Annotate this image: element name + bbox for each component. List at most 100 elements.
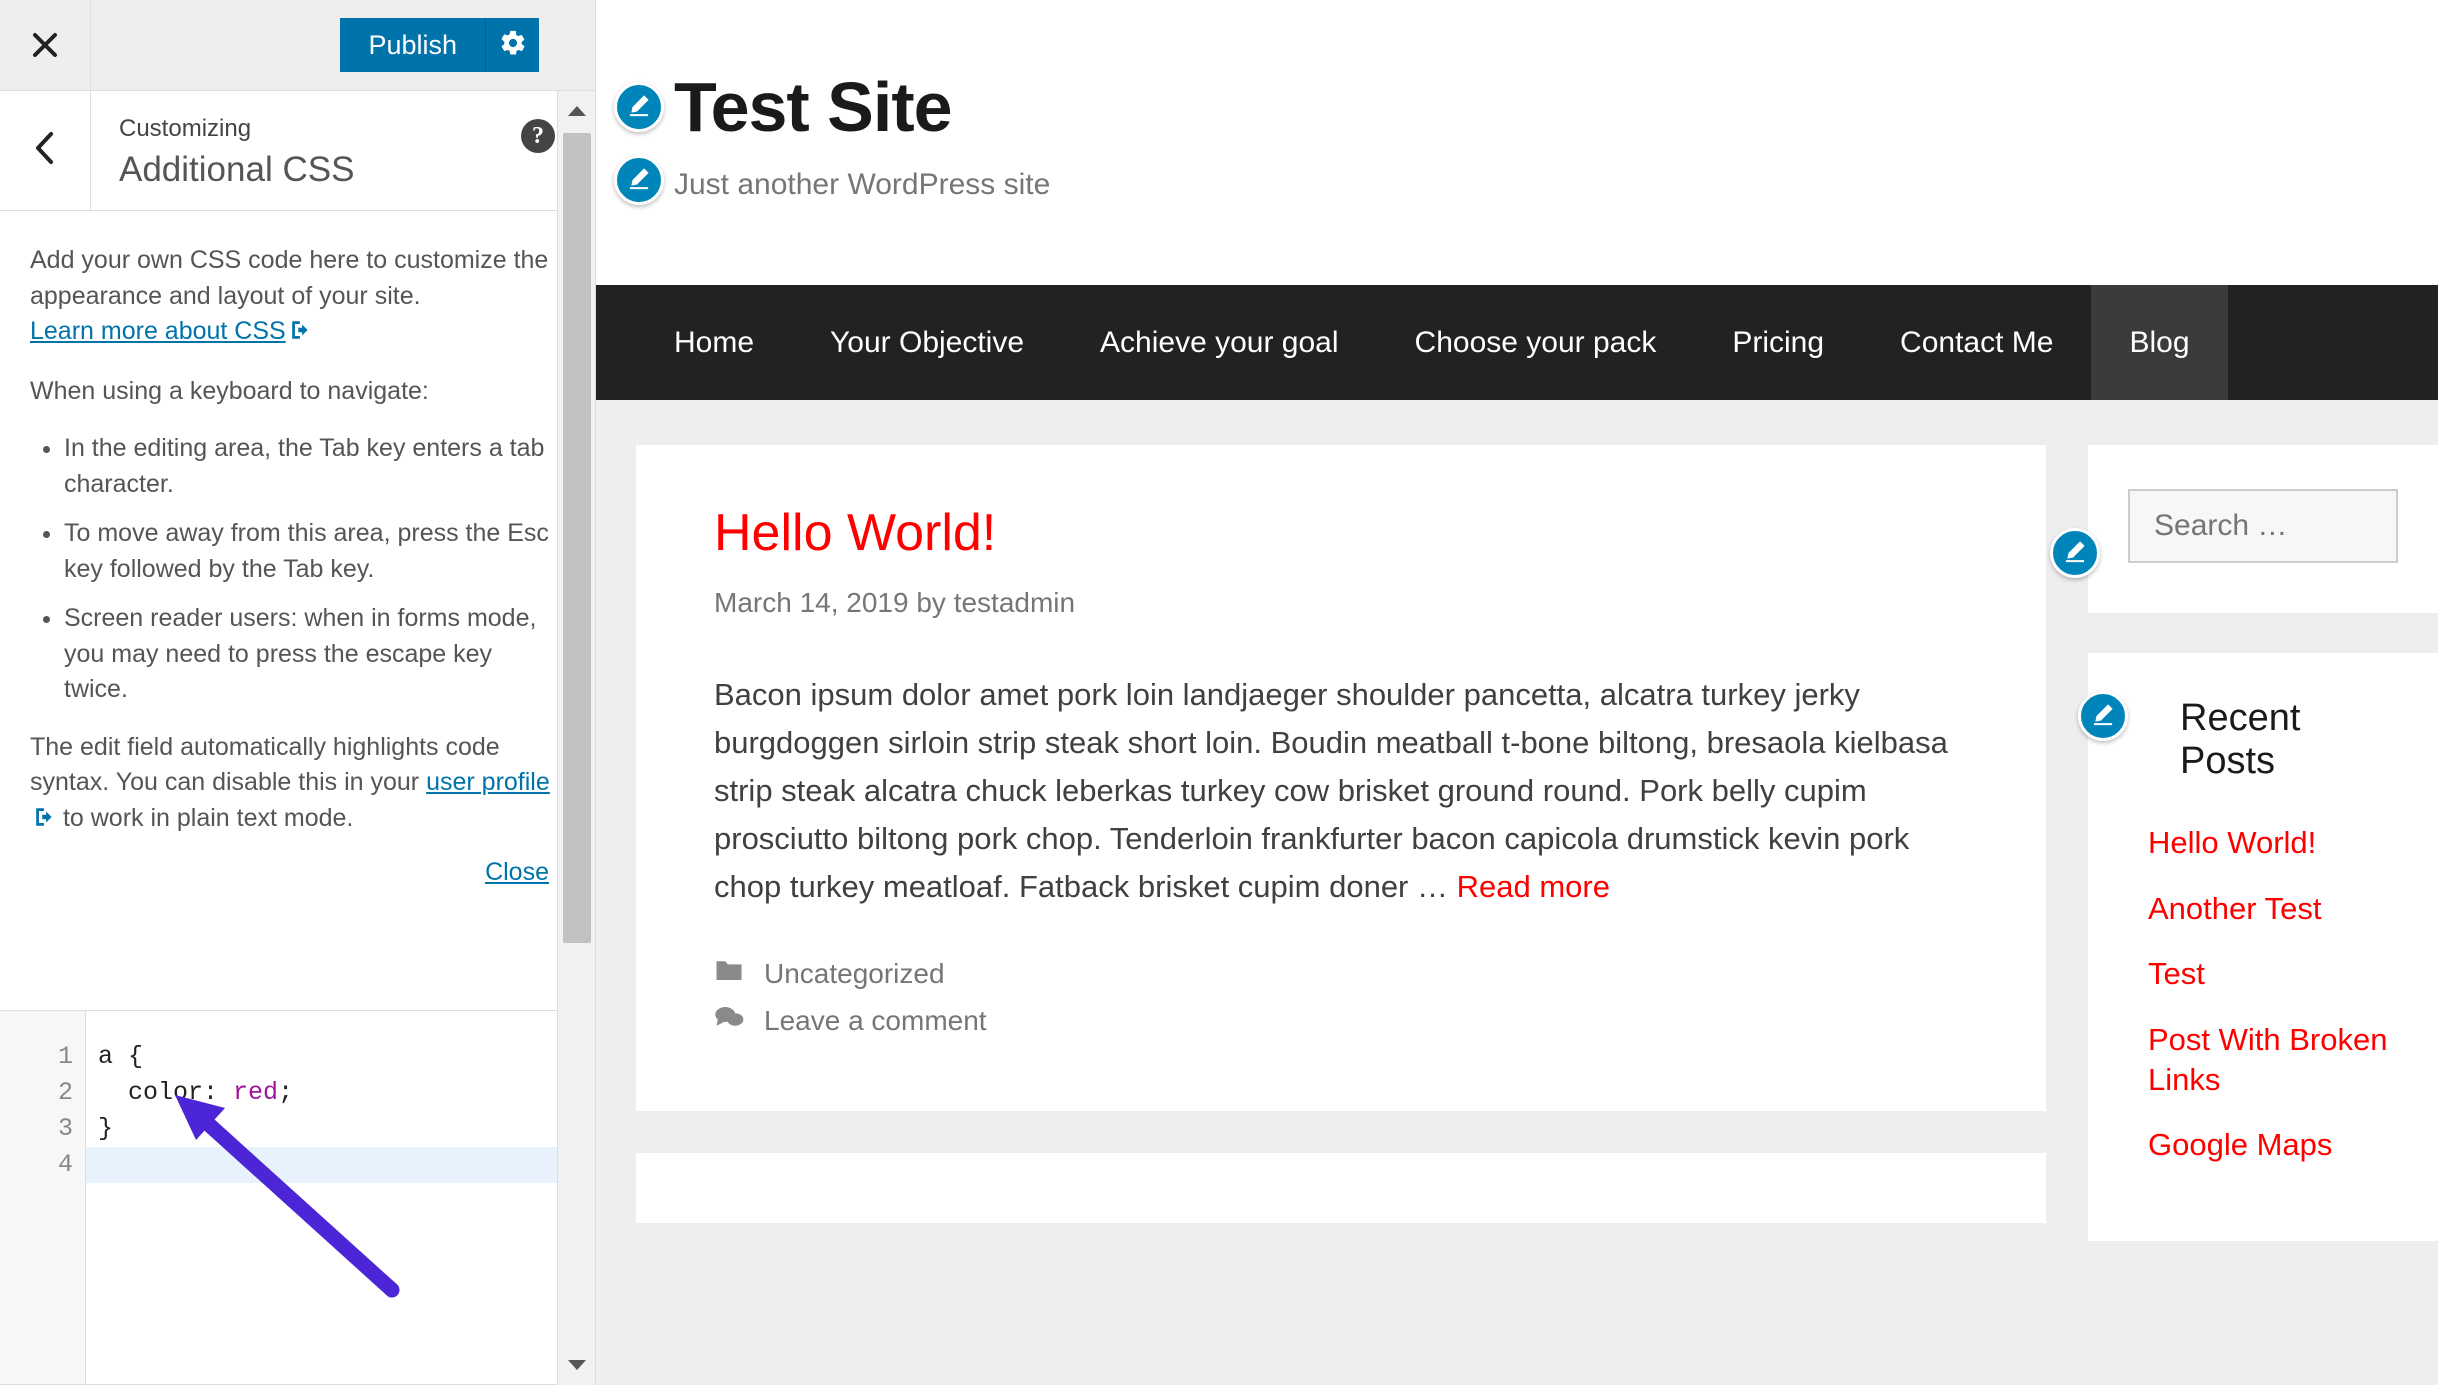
panel-header: Customizing Additional CSS ?: [0, 91, 595, 211]
nav-item-blog[interactable]: Blog: [2091, 285, 2228, 400]
intro-paragraph: Add your own CSS code here to customize …: [30, 243, 561, 352]
nav-item-your-objective[interactable]: Your Objective: [792, 285, 1062, 400]
search-widget: [2050, 445, 2438, 613]
publish-button[interactable]: Publish: [340, 18, 485, 72]
code-line: color: red;: [128, 1078, 294, 1107]
editor-line-numbers: 1 2 3 4: [0, 1011, 86, 1384]
post-meta: March 14, 2019 by testadmin: [714, 587, 1076, 618]
list-item: Another Test: [2148, 889, 2398, 929]
leave-comment-link[interactable]: Leave a comment: [764, 1005, 987, 1037]
scroll-down-arrow[interactable]: [558, 1345, 595, 1385]
recent-post-link[interactable]: Test: [2148, 954, 2205, 994]
nav-item-pricing[interactable]: Pricing: [1694, 285, 1862, 400]
chevron-left-icon: [31, 130, 59, 171]
external-link-icon: [290, 316, 312, 352]
close-customizer-button[interactable]: [0, 0, 91, 90]
code-line: }: [98, 1114, 114, 1143]
panel-description: Add your own CSS code here to customize …: [0, 211, 595, 911]
css-code-editor[interactable]: 1 2 3 4 a { color: red; }: [0, 1010, 558, 1385]
post-category-link[interactable]: Uncategorized: [764, 958, 945, 990]
recent-posts-list: Hello World! Another Test Test Post With…: [2128, 823, 2398, 1165]
sidebar-column: Recent Posts Hello World! Another Test T…: [2050, 445, 2438, 1385]
search-input[interactable]: [2128, 489, 2398, 563]
site-header: Test Site Just another WordPress site: [596, 0, 2438, 285]
read-more-link[interactable]: Read more: [1457, 869, 1610, 904]
list-item: Screen reader users: when in forms mode,…: [64, 601, 561, 708]
sidebar-scrollbar[interactable]: [557, 91, 595, 1385]
close-icon: [29, 29, 61, 61]
css-value: red: [233, 1078, 279, 1107]
excerpt-ellipsis: …: [1417, 869, 1457, 905]
post-body-text: Bacon ipsum dolor amet pork loin landjae…: [714, 677, 1948, 905]
external-link-icon: [34, 803, 56, 839]
customizer-screen: Publish Customizing Additional CSS ? Add…: [0, 0, 2438, 1385]
scroll-up-arrow[interactable]: [558, 91, 595, 131]
editor-code-area[interactable]: a { color: red; }: [86, 1011, 558, 1384]
code-line-active: [86, 1147, 558, 1183]
list-item: To move away from this area, press the E…: [64, 516, 561, 587]
nav-item-home[interactable]: Home: [636, 285, 792, 400]
pencil-edit-icon: [626, 92, 652, 123]
line-number: 1: [57, 1042, 73, 1071]
site-preview: Test Site Just another WordPress site Ho…: [596, 0, 2438, 1385]
recent-post-link[interactable]: Another Test: [2148, 889, 2321, 929]
back-button[interactable]: [0, 91, 91, 210]
css-property: color:: [128, 1078, 219, 1107]
publish-group: Publish: [340, 0, 595, 90]
code-line: a {: [98, 1042, 144, 1071]
content-column: Hello World! March 14, 2019 by testadmin…: [636, 445, 2046, 1385]
recent-post-link[interactable]: Post With Broken Links: [2148, 1020, 2398, 1099]
close-description-link[interactable]: Close: [30, 858, 561, 887]
post-comments-row: Leave a comment: [714, 1004, 1968, 1037]
post-category-row: Uncategorized: [714, 957, 1968, 990]
pencil-edit-icon: [2062, 538, 2088, 569]
publish-settings-button[interactable]: [485, 18, 539, 72]
customizer-sidebar: Publish Customizing Additional CSS ? Add…: [0, 0, 596, 1385]
recent-posts-widget: Recent Posts Hello World! Another Test T…: [2078, 653, 2438, 1242]
site-navigation: Home Your Objective Achieve your goal Ch…: [596, 285, 2438, 400]
recent-post-link[interactable]: Google Maps: [2148, 1125, 2332, 1165]
recent-post-link[interactable]: Hello World!: [2148, 823, 2316, 863]
syntax-note-suffix: to work in plain text mode.: [56, 803, 354, 832]
site-description: Just another WordPress site: [674, 168, 1051, 201]
list-item: Post With Broken Links: [2148, 1020, 2398, 1099]
pencil-edit-icon: [626, 165, 652, 196]
recent-posts-title: Recent Posts: [2180, 697, 2301, 782]
nav-item-achieve-your-goal[interactable]: Achieve your goal: [1062, 285, 1376, 400]
gear-icon: [499, 29, 527, 62]
line-number: 4: [57, 1150, 73, 1179]
syntax-note: The edit field automatically highlights …: [30, 730, 561, 839]
page-title: Additional CSS: [119, 150, 355, 190]
next-post-card: [636, 1153, 2046, 1224]
list-item: Google Maps: [2148, 1125, 2398, 1165]
nav-item-contact-me[interactable]: Contact Me: [1862, 285, 2091, 400]
user-profile-link[interactable]: user profile: [426, 768, 550, 796]
keyboard-intro: When using a keyboard to navigate:: [30, 376, 429, 405]
panel-title-group: Customizing Additional CSS ?: [91, 91, 595, 210]
edit-site-description-shortcut[interactable]: [614, 155, 664, 205]
post-article: Hello World! March 14, 2019 by testadmin…: [636, 445, 2046, 1112]
line-number: 2: [57, 1078, 73, 1107]
folder-icon: [714, 957, 744, 990]
comment-icon: [714, 1004, 744, 1037]
intro-text: Add your own CSS code here to customize …: [30, 246, 549, 310]
edit-site-title-shortcut[interactable]: [614, 82, 664, 132]
list-item: Test: [2148, 954, 2398, 994]
pencil-edit-icon: [2090, 701, 2116, 732]
customizer-topbar: Publish: [0, 0, 595, 91]
post-title[interactable]: Hello World!: [714, 503, 1968, 563]
site-main: Hello World! March 14, 2019 by testadmin…: [596, 400, 2438, 1385]
line-number: 3: [57, 1114, 73, 1143]
keyboard-tips-list: In the editing area, the Tab key enters …: [30, 431, 561, 708]
nav-item-choose-your-pack[interactable]: Choose your pack: [1377, 285, 1695, 400]
post-footer: Uncategorized Leave a comment: [714, 957, 1968, 1037]
site-title: Test Site: [674, 68, 953, 146]
learn-more-css-link[interactable]: Learn more about CSS: [30, 317, 286, 345]
help-icon[interactable]: ?: [521, 119, 555, 153]
list-item: In the editing area, the Tab key enters …: [64, 431, 561, 502]
list-item: Hello World!: [2148, 823, 2398, 863]
edit-recent-posts-shortcut[interactable]: [2078, 691, 2128, 741]
edit-search-widget-shortcut[interactable]: [2050, 528, 2100, 578]
scrollbar-thumb[interactable]: [563, 133, 591, 943]
